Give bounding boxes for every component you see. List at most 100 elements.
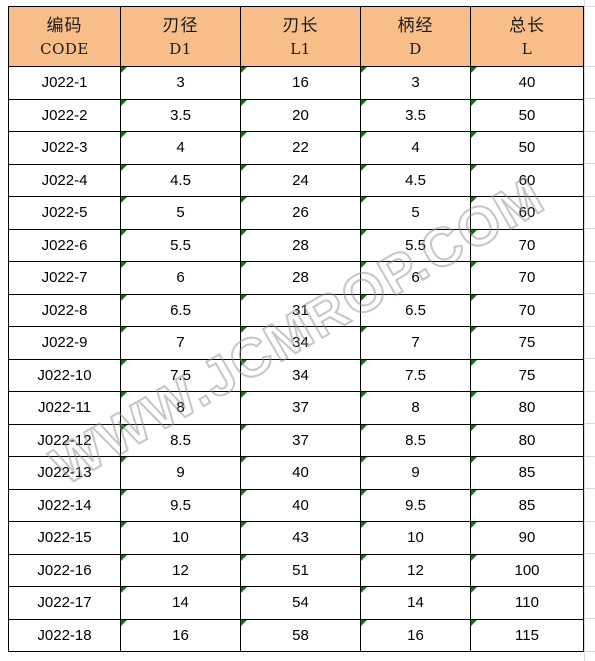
cell-d: 7: [360, 326, 471, 360]
cell-value: J022-16: [37, 561, 92, 579]
cell-l1: 28: [240, 261, 361, 295]
cell-l: 70: [470, 293, 584, 327]
column-header-l1-cn: 刃长: [282, 15, 319, 36]
cell-value: 9.5: [170, 496, 191, 514]
cell-code: J022-17: [8, 586, 121, 620]
cell-value: 80: [518, 399, 536, 417]
cell-l1: 37: [240, 423, 361, 457]
cell-d: 6: [360, 261, 471, 295]
spec-table-page: 编码 CODE 刃径 D1 刃长 L1 柄经 D 总长 L J022-1 3 1…: [0, 0, 595, 661]
cell-d: 3: [360, 66, 471, 100]
cell-value: 34: [292, 366, 309, 384]
cell-d1: 4: [120, 131, 241, 165]
cell-value: 85: [518, 464, 536, 482]
cell-value: 70: [518, 269, 536, 287]
cell-value: J022-13: [37, 464, 92, 482]
cell-d1: 6: [120, 261, 241, 295]
cell-value: J022-6: [41, 236, 88, 254]
cell-l: 110: [470, 586, 584, 620]
cell-code: J022-14: [8, 488, 121, 522]
cell-value: 50: [518, 106, 536, 124]
cell-value: 3: [411, 74, 420, 92]
cell-value: 37: [292, 431, 309, 449]
cell-code: J022-7: [8, 261, 121, 295]
header-row: 编码 CODE 刃径 D1 刃长 L1 柄经 D 总长 L: [8, 6, 584, 67]
cell-value: 70: [518, 301, 536, 319]
table-row: J022-7 6 28 6 70: [8, 261, 584, 295]
cell-value: 22: [292, 139, 309, 157]
cell-l: 115: [470, 618, 584, 652]
cell-code: J022-3: [8, 131, 121, 165]
cell-value: 58: [292, 626, 309, 644]
cell-d1: 10: [120, 521, 241, 555]
column-header-d: 柄经 D: [360, 6, 471, 67]
cell-value: 40: [292, 496, 309, 514]
cell-d1: 9.5: [120, 488, 241, 522]
column-header-code-en: CODE: [40, 39, 89, 58]
column-header-l-en: L: [521, 39, 533, 58]
cell-value: 12: [172, 561, 189, 579]
cell-value: 5: [176, 204, 185, 222]
table-row: J022-4 4.5 24 4.5 60: [8, 163, 584, 197]
cell-value: 85: [518, 496, 536, 514]
cell-d: 12: [360, 553, 471, 587]
cell-value: 3.5: [405, 106, 426, 124]
table-row: J022-12 8.5 37 8.5 80: [8, 423, 584, 457]
cell-value: 6.5: [405, 301, 426, 319]
cell-value: 28: [292, 236, 309, 254]
column-header-d1: 刃径 D1: [120, 6, 241, 67]
cell-value: 4: [176, 139, 185, 157]
cell-value: 50: [518, 139, 536, 157]
cell-value: 100: [514, 561, 540, 579]
column-header-l1-en: L1: [290, 39, 311, 58]
cell-l1: 34: [240, 326, 361, 360]
cell-d: 9.5: [360, 488, 471, 522]
cell-d: 3.5: [360, 98, 471, 132]
cell-code: J022-13: [8, 456, 121, 490]
cell-value: 20: [292, 106, 309, 124]
cell-value: 3.5: [170, 106, 191, 124]
cell-d1: 8: [120, 391, 241, 425]
cell-code: J022-4: [8, 163, 121, 197]
cell-l: 60: [470, 196, 584, 230]
cell-l: 50: [470, 131, 584, 165]
table-row: J022-3 4 22 4 50: [8, 131, 584, 165]
cell-value: 9: [411, 464, 420, 482]
cell-value: J022-5: [41, 204, 88, 222]
cell-d: 4: [360, 131, 471, 165]
cell-d: 6.5: [360, 293, 471, 327]
cell-code: J022-6: [8, 228, 121, 262]
cell-value: 7: [176, 334, 185, 352]
table-row: J022-2 3.5 20 3.5 50: [8, 98, 584, 132]
column-header-d1-en: D1: [169, 39, 192, 58]
cell-l1: 51: [240, 553, 361, 587]
column-header-d-cn: 柄经: [397, 15, 434, 36]
cell-l: 60: [470, 163, 584, 197]
table-row: J022-11 8 37 8 80: [8, 391, 584, 425]
cell-value: J022-1: [41, 74, 88, 92]
cell-value: 14: [172, 594, 189, 612]
cell-value: J022-2: [41, 106, 88, 124]
column-header-l1: 刃长 L1: [240, 6, 361, 67]
table-row: J022-6 5.5 28 5.5 70: [8, 228, 584, 262]
table-body: J022-1 3 16 3 40 J022-2 3.5 20 3.5 50 J022-3 4 22 4 50…: [8, 66, 584, 652]
cell-l1: 28: [240, 228, 361, 262]
cell-d1: 9: [120, 456, 241, 490]
cell-l1: 34: [240, 358, 361, 392]
cell-l1: 20: [240, 98, 361, 132]
cell-d1: 14: [120, 586, 241, 620]
cell-code: J022-18: [8, 618, 121, 652]
cell-value: 60: [518, 171, 536, 189]
cell-value: J022-7: [41, 269, 88, 287]
cell-value: 10: [172, 529, 189, 547]
cell-value: 70: [518, 236, 536, 254]
cell-value: 80: [518, 431, 536, 449]
cell-d1: 12: [120, 553, 241, 587]
cell-l1: 40: [240, 488, 361, 522]
cell-d: 10: [360, 521, 471, 555]
cell-d1: 5: [120, 196, 241, 230]
cell-value: 24: [292, 171, 309, 189]
cell-d: 7.5: [360, 358, 471, 392]
cell-l: 40: [470, 66, 584, 100]
cell-code: J022-5: [8, 196, 121, 230]
